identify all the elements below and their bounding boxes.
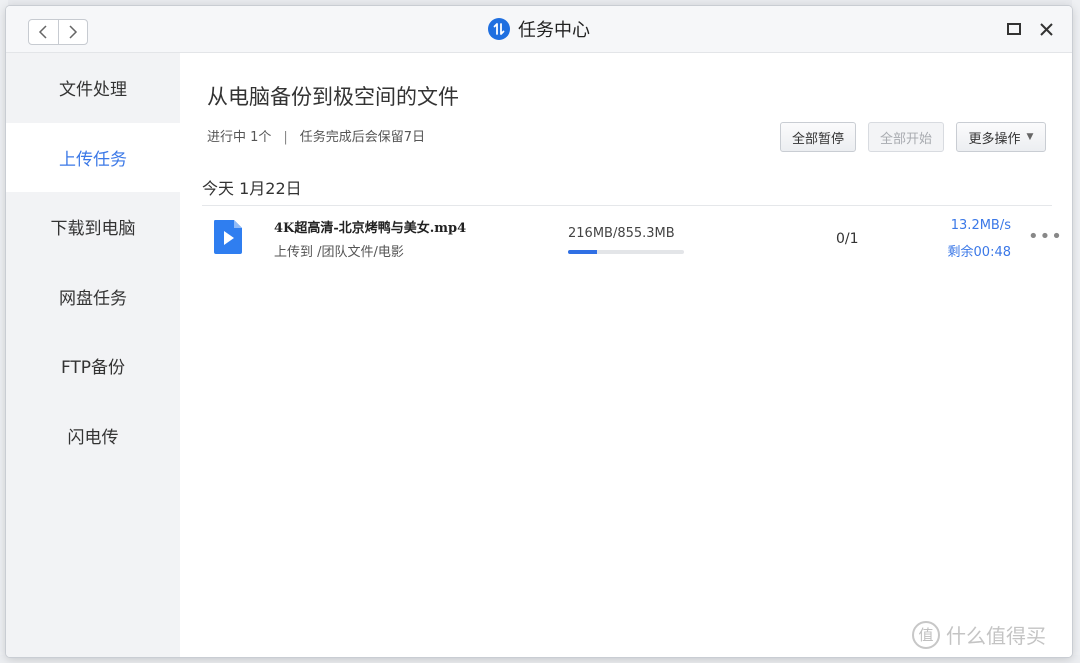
- close-button[interactable]: [1036, 19, 1056, 39]
- title-bar: 任务中心: [6, 6, 1072, 53]
- retention-note: 任务完成后会保留7日: [299, 130, 426, 145]
- watermark: 值 什么值得买: [912, 620, 1046, 649]
- more-actions-label: 更多操作: [968, 131, 1021, 147]
- caret-down-icon: ▼: [1026, 132, 1034, 142]
- running-count: 进行中 1个: [207, 130, 272, 145]
- pause-all-button[interactable]: 全部暂停: [780, 122, 856, 152]
- time-remaining: 剩余00:48: [947, 245, 1011, 260]
- progress-bar: [568, 250, 684, 254]
- maximize-button[interactable]: [1004, 19, 1024, 39]
- background-app-right: [1072, 0, 1080, 663]
- file-name: 4K超高清-北京烤鸭与美女.mp4: [274, 221, 467, 236]
- more-options-icon[interactable]: •••: [1028, 226, 1063, 247]
- navigation-buttons: [28, 19, 88, 45]
- sidebar-item-label: 上传任务: [59, 149, 127, 170]
- task-center-window: 任务中心 文件处理 上传任务 下载到电脑 网盘任务 FTP备份 闪电传 从电脑备…: [6, 6, 1072, 657]
- sidebar-item-upload-tasks[interactable]: 上传任务: [6, 122, 180, 192]
- watermark-text: 什么值得买: [946, 624, 1046, 648]
- progress-bar-fill: [568, 250, 598, 254]
- more-actions-button[interactable]: 更多操作 ▼: [956, 122, 1046, 152]
- back-button[interactable]: [29, 20, 58, 44]
- status-separator: |: [283, 130, 288, 145]
- sidebar-item-label: 下载到电脑: [50, 219, 136, 240]
- window-title-group: 任务中心: [6, 6, 1072, 52]
- window-title: 任务中心: [518, 20, 590, 41]
- upload-destination: 上传到 /团队文件/电影: [274, 245, 404, 260]
- sidebar-item-label: 文件处理: [59, 80, 127, 101]
- sidebar-item-file-processing[interactable]: 文件处理: [6, 53, 180, 123]
- start-all-button[interactable]: 全部开始: [868, 122, 944, 152]
- main-panel: 从电脑备份到极空间的文件 进行中 1个 | 任务完成后会保留7日 全部暂停 全部开始…: [180, 53, 1072, 657]
- sidebar: 文件处理 上传任务 下载到电脑 网盘任务 FTP备份 闪电传: [6, 53, 180, 657]
- close-icon: [1039, 22, 1053, 36]
- sidebar-item-cloud-tasks[interactable]: 网盘任务: [6, 262, 180, 332]
- sidebar-item-label: 闪电传: [67, 427, 119, 448]
- sidebar-item-ftp-backup[interactable]: FTP备份: [6, 331, 180, 401]
- video-file-icon: [214, 220, 242, 254]
- page-title: 从电脑备份到极空间的文件: [207, 85, 459, 109]
- transfer-arrows-icon: [488, 18, 510, 40]
- chevron-left-icon: [39, 25, 47, 39]
- forward-button[interactable]: [57, 20, 88, 44]
- task-row[interactable]: 4K超高清-北京烤鸭与美女.mp4 上传到 /团队文件/电影 216MB/855…: [202, 206, 1062, 270]
- date-group-header: 今天 1月22日: [202, 179, 302, 198]
- size-progress-text: 216MB/855.3MB: [568, 226, 675, 241]
- sidebar-item-flash-transfer[interactable]: 闪电传: [6, 401, 180, 471]
- transfer-speed: 13.2MB/s: [950, 218, 1011, 233]
- chevron-right-icon: [69, 25, 77, 39]
- status-summary: 进行中 1个 | 任务完成后会保留7日: [207, 126, 425, 145]
- watermark-logo-icon: 值: [912, 620, 940, 649]
- sidebar-item-label: 网盘任务: [59, 288, 127, 309]
- sidebar-item-label: FTP备份: [60, 358, 126, 379]
- sidebar-item-download-to-pc[interactable]: 下载到电脑: [6, 192, 180, 262]
- file-count: 0/1: [836, 231, 859, 247]
- maximize-icon: [1007, 23, 1021, 35]
